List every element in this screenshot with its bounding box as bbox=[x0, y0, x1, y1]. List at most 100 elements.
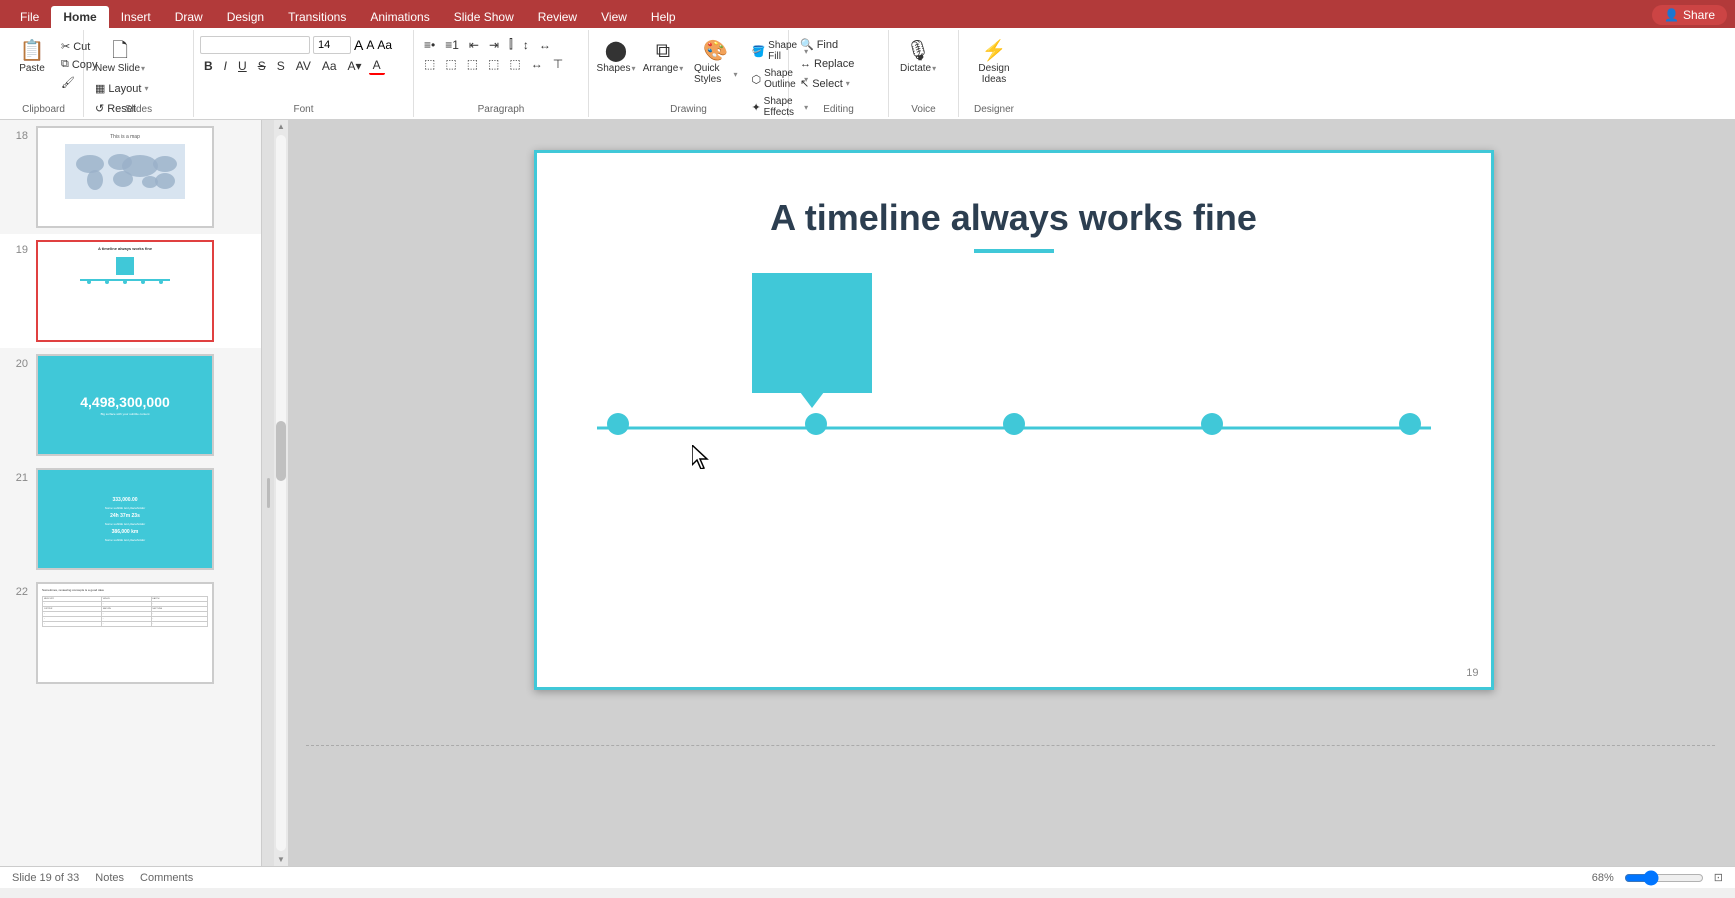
text-align-button[interactable]: ⊤ bbox=[549, 56, 567, 72]
mouse-cursor-icon bbox=[692, 445, 712, 469]
slide-canvas[interactable]: A timeline always works fine bbox=[534, 150, 1494, 690]
scroll-up-arrow[interactable]: ▲ bbox=[277, 122, 285, 131]
slide-thumb-22[interactable]: Sometimes, reviewing concepts is a good … bbox=[36, 582, 214, 684]
strikethrough-button[interactable]: S bbox=[254, 58, 270, 74]
panel-resizer[interactable] bbox=[262, 120, 274, 866]
vertical-scrollbar[interactable]: ▲ ▼ bbox=[274, 120, 288, 866]
replace-button[interactable]: ↔ Replace bbox=[795, 56, 859, 72]
timeline-dot-2[interactable] bbox=[805, 413, 827, 435]
arrange-button[interactable]: ⧉ Arrange ▾ bbox=[641, 36, 685, 77]
clipboard-label: Clipboard bbox=[4, 104, 83, 115]
tab-design[interactable]: Design bbox=[215, 6, 276, 28]
slide-item-19[interactable]: 19 A timeline always works fine bbox=[0, 234, 261, 348]
ribbon-tabs: File Home Insert Draw Design Transitions… bbox=[0, 0, 1735, 28]
cursor-indicator bbox=[692, 445, 712, 472]
slide-number-22: 22 bbox=[8, 582, 28, 598]
new-slide-button[interactable]: 🗋 New Slide ▾ bbox=[90, 36, 150, 77]
slide-number-21: 21 bbox=[8, 468, 28, 484]
layout-button[interactable]: ▦ Layout ▾ bbox=[90, 80, 153, 97]
slide-thumb-20[interactable]: 4,498,300,000 Big surface with your subt… bbox=[36, 354, 214, 456]
align-left-button[interactable]: ⬚ bbox=[420, 56, 439, 72]
font-group: A A Aa B I U S S AV Aa A▾ A Font bbox=[194, 30, 414, 117]
slide-thumb-19[interactable]: A timeline always works fine bbox=[36, 240, 214, 342]
timeline-dot-3[interactable] bbox=[1003, 413, 1025, 435]
char-spacing-button[interactable]: AV bbox=[292, 58, 315, 74]
paragraph-label: Paragraph bbox=[414, 104, 588, 115]
font-case-button[interactable]: Aa bbox=[318, 58, 341, 74]
justify-button[interactable]: ⬚ bbox=[484, 56, 503, 72]
slide-title-underline bbox=[974, 249, 1054, 253]
columns-button[interactable]: ⫿ bbox=[505, 36, 517, 53]
timeline-dot-5[interactable] bbox=[1399, 413, 1421, 435]
editing-label: Editing bbox=[789, 104, 888, 115]
slide-boundary-line bbox=[306, 745, 1715, 746]
paragraph-group: ≡• ≡1 ⇤ ⇥ ⫿ ↕ ↔ ⬚ ⬚ ⬚ ⬚ ⬚ ↔ ⊤ Paragraph bbox=[414, 30, 589, 117]
numbered-button[interactable]: ≡1 bbox=[441, 37, 463, 53]
shapes-arrow: ▾ bbox=[631, 64, 635, 73]
slide-panel[interactable]: 18 This is a map bbox=[0, 120, 262, 866]
callout-pointer bbox=[800, 392, 824, 408]
tab-transitions[interactable]: Transitions bbox=[276, 6, 358, 28]
find-button[interactable]: 🔍 Find bbox=[795, 36, 843, 53]
line-spacing-button[interactable]: ↕ bbox=[519, 37, 533, 53]
paste-icon: 📋 bbox=[20, 39, 45, 63]
tab-insert[interactable]: Insert bbox=[109, 6, 163, 28]
tab-slideshow[interactable]: Slide Show bbox=[442, 6, 526, 28]
smart-art-button[interactable]: ⬚ bbox=[505, 56, 524, 72]
align-center-button[interactable]: ⬚ bbox=[441, 56, 460, 72]
decrease-font-button[interactable]: A bbox=[366, 38, 374, 52]
tab-view[interactable]: View bbox=[589, 6, 639, 28]
paragraph-direction-button[interactable]: ↔ bbox=[535, 37, 555, 53]
font-size-input[interactable] bbox=[313, 36, 351, 54]
font-label: Font bbox=[194, 104, 413, 115]
slide-thumb-18[interactable]: This is a map bbox=[36, 126, 214, 228]
canvas-area[interactable]: ▲ ▼ A timeline always works fine bbox=[274, 120, 1735, 866]
tab-home[interactable]: Home bbox=[51, 6, 108, 28]
callout-box[interactable] bbox=[752, 273, 872, 393]
slide-thumb-21[interactable]: 333,000.00 Some subtitle text placeholde… bbox=[36, 468, 214, 570]
tab-file[interactable]: File bbox=[8, 6, 51, 28]
paste-button[interactable]: 📋 Paste bbox=[10, 36, 54, 78]
timeline-dot-4[interactable] bbox=[1201, 413, 1223, 435]
dictate-button[interactable]: 🎙 Dictate ▾ bbox=[895, 36, 941, 77]
share-button[interactable]: 👤 Share bbox=[1652, 5, 1727, 25]
quick-styles-arrow: ▾ bbox=[733, 70, 737, 79]
bullets-button[interactable]: ≡• bbox=[420, 37, 439, 53]
decrease-indent-button[interactable]: ⇤ bbox=[465, 37, 483, 53]
increase-font-button[interactable]: A bbox=[354, 37, 363, 53]
font-name-input[interactable] bbox=[200, 36, 310, 54]
underline-button[interactable]: U bbox=[234, 58, 251, 74]
zoom-slider[interactable] bbox=[1624, 870, 1704, 886]
tab-draw[interactable]: Draw bbox=[163, 6, 215, 28]
increase-indent-button[interactable]: ⇥ bbox=[485, 37, 503, 53]
timeline-dot-1[interactable] bbox=[607, 413, 629, 435]
world-map-svg bbox=[65, 144, 185, 199]
font-color-button[interactable]: A bbox=[369, 57, 385, 75]
fit-slide-button[interactable]: ⊡ bbox=[1714, 871, 1723, 884]
tab-review[interactable]: Review bbox=[526, 6, 589, 28]
voice-group: 🎙 Dictate ▾ Voice bbox=[889, 30, 959, 117]
scroll-down-arrow[interactable]: ▼ bbox=[277, 855, 285, 864]
slide-item-22[interactable]: 22 Sometimes, reviewing concepts is a go… bbox=[0, 576, 261, 690]
select-button[interactable]: ↖ Select ▾ bbox=[795, 75, 855, 92]
scroll-thumb[interactable] bbox=[276, 421, 286, 481]
highlight-color-button[interactable]: A▾ bbox=[344, 58, 366, 74]
quick-styles-button[interactable]: 🎨 Quick Styles ▾ bbox=[689, 36, 742, 88]
tab-help[interactable]: Help bbox=[639, 6, 688, 28]
shadow-button[interactable]: S bbox=[273, 58, 289, 74]
align-right-button[interactable]: ⬚ bbox=[463, 56, 482, 72]
comments-button[interactable]: Comments bbox=[140, 872, 193, 884]
slide-item-20[interactable]: 20 4,498,300,000 Big surface with your s… bbox=[0, 348, 261, 462]
italic-button[interactable]: I bbox=[220, 58, 231, 74]
slide-title-text: A timeline always works fine bbox=[537, 197, 1491, 239]
slide-item-21[interactable]: 21 333,000.00 Some subtitle text placeho… bbox=[0, 462, 261, 576]
tab-animations[interactable]: Animations bbox=[358, 6, 441, 28]
bold-button[interactable]: B bbox=[200, 58, 217, 74]
shapes-button[interactable]: ⬤ Shapes ▾ bbox=[595, 36, 637, 77]
slide-item-18[interactable]: 18 This is a map bbox=[0, 120, 261, 234]
text-direction-button[interactable]: ↔ bbox=[527, 56, 547, 72]
clear-format-button[interactable]: Aa bbox=[377, 38, 392, 52]
drawing-label: Drawing bbox=[589, 104, 788, 115]
notes-button[interactable]: Notes bbox=[95, 872, 124, 884]
design-ideas-button[interactable]: ⚡ Design Ideas bbox=[965, 36, 1023, 88]
